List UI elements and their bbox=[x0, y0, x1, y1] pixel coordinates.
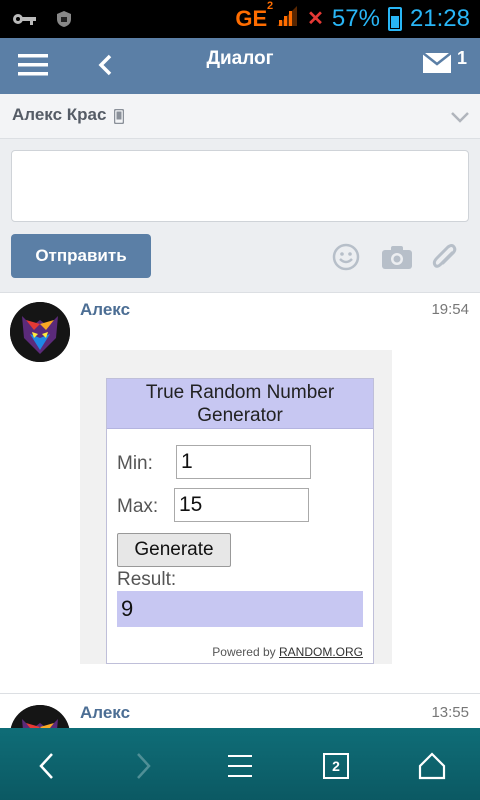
home-icon[interactable] bbox=[412, 746, 452, 786]
battery-percent: 57% bbox=[331, 4, 380, 32]
signal-icon bbox=[275, 4, 299, 33]
mail-count: 1 bbox=[457, 48, 468, 68]
contact-name[interactable]: Алекс Крас bbox=[12, 105, 106, 125]
tab-count: 2 bbox=[323, 753, 349, 779]
status-bar: GE 2 ✕ 57% 21:28 bbox=[0, 0, 480, 38]
chevron-down-icon[interactable] bbox=[451, 110, 469, 128]
rng-title-line1: True Random Number bbox=[145, 382, 335, 403]
result-label: Result: bbox=[117, 569, 177, 590]
powered-prefix: Powered by bbox=[212, 645, 276, 659]
app-bar: Диалог 1 bbox=[0, 38, 480, 94]
min-label: Min: bbox=[117, 453, 153, 474]
send-button[interactable]: Отправить bbox=[11, 234, 151, 278]
powered-by: Powered by RANDOM.ORG bbox=[212, 645, 363, 659]
rng-title-line2: Generator bbox=[197, 405, 283, 426]
powered-link: RANDOM.ORG bbox=[279, 645, 363, 659]
clock: 21:28 bbox=[409, 4, 470, 32]
message-author[interactable]: Алекс bbox=[80, 300, 130, 320]
message-attachment-image[interactable]: True Random Number Generator Min: 1 Max:… bbox=[80, 350, 392, 664]
rng-title: True Random Number Generator bbox=[107, 379, 373, 429]
camera-icon[interactable] bbox=[382, 245, 412, 274]
battery-icon bbox=[387, 6, 402, 31]
menu-icon[interactable] bbox=[220, 746, 260, 786]
max-field: 15 bbox=[174, 488, 309, 522]
generate-button: Generate bbox=[117, 533, 231, 567]
back-icon[interactable] bbox=[26, 746, 66, 786]
tabs-icon[interactable]: 2 bbox=[316, 746, 356, 786]
paperclip-icon[interactable] bbox=[432, 243, 458, 278]
mobile-icon bbox=[113, 108, 125, 129]
avatar[interactable] bbox=[10, 302, 70, 362]
no-signal-icon: ✕ bbox=[307, 8, 324, 30]
key-icon bbox=[12, 12, 38, 31]
message-time: 13:55 bbox=[431, 704, 469, 721]
lock-icon bbox=[56, 10, 72, 33]
message-time: 19:54 bbox=[431, 301, 469, 318]
page-title: Диалог bbox=[206, 48, 274, 69]
browser-nav-bar: 2 bbox=[0, 728, 480, 800]
max-label: Max: bbox=[117, 496, 159, 517]
result-value: 9 bbox=[117, 591, 363, 627]
forward-icon[interactable] bbox=[124, 746, 164, 786]
conversation-header[interactable]: Алекс Крас bbox=[0, 94, 480, 139]
message-input[interactable] bbox=[11, 150, 469, 222]
smile-icon[interactable] bbox=[332, 243, 360, 276]
network-type: GE 2 bbox=[235, 0, 274, 31]
message-author[interactable]: Алекс bbox=[80, 703, 130, 723]
mail-icon[interactable] bbox=[422, 50, 452, 76]
rng-widget: True Random Number Generator Min: 1 Max:… bbox=[106, 378, 374, 664]
min-field: 1 bbox=[176, 445, 311, 479]
